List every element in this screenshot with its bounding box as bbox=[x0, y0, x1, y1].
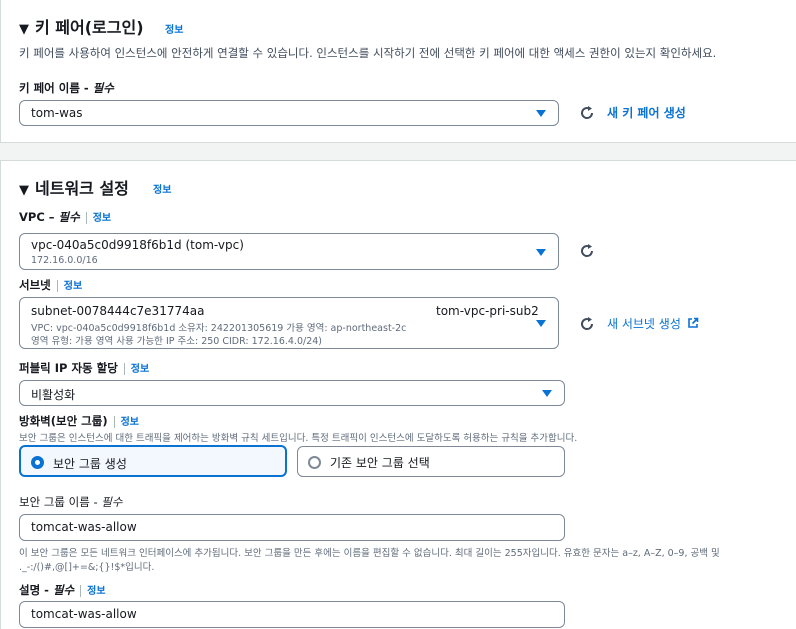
sg-description-info-link[interactable]: 정보 bbox=[87, 586, 105, 597]
network-info-link[interactable]: 정보 bbox=[153, 181, 171, 196]
caret-down-icon bbox=[536, 249, 546, 256]
vpc-info-link[interactable]: 정보 bbox=[93, 213, 111, 224]
create-subnet-link-text: 새 서브넷 생성 bbox=[607, 317, 681, 331]
required-mark: 필수 bbox=[52, 583, 75, 597]
vpc-label: VPC – 필수 정보 bbox=[19, 209, 111, 225]
sg-name-label: 보안 그룹 이름 - 필수 bbox=[19, 494, 122, 510]
public-ip-select[interactable]: 비활성화 bbox=[19, 380, 565, 406]
subnet-select-value: subnet-0078444c7e31774aa bbox=[31, 304, 205, 318]
keypair-name-label-text: 키 페어 이름 - bbox=[19, 81, 93, 95]
caret-down-icon bbox=[536, 320, 546, 327]
radio-unselected-icon[interactable] bbox=[308, 456, 321, 469]
subnet-label: 서브넷 정보 bbox=[19, 277, 82, 293]
external-link-icon bbox=[687, 317, 699, 328]
keypair-heading[interactable]: ▼ 키 페어(로그인) bbox=[19, 14, 144, 38]
vpc-select[interactable]: vpc-040a5c0d9918f6b1d (tom-vpc) 172.16.0… bbox=[19, 233, 559, 270]
sg-description-label: 설명 - 필수 정보 bbox=[19, 582, 106, 598]
sg-name-hint-line2: ._-:/()#,@[]+=&;{}!$*입니다. bbox=[19, 562, 155, 573]
sg-name-input-value: tomcat-was-allow bbox=[31, 520, 137, 534]
sg-description-label-text: 설명 - bbox=[19, 583, 53, 597]
subnet-detail-line2: 영역 유형: 가용 영역 사용 가능한 IP 주소: 250 CIDR: 172… bbox=[31, 336, 322, 347]
sg-description-input[interactable]: tomcat-was-allow bbox=[19, 601, 565, 628]
existing-security-group-option[interactable]: 기존 보안 그룹 선택 bbox=[297, 446, 565, 477]
divider bbox=[123, 362, 125, 375]
network-heading[interactable]: ▼ 네트워크 설정 bbox=[19, 175, 129, 199]
create-keypair-link[interactable]: 새 키 페어 생성 bbox=[607, 104, 686, 121]
refresh-icon[interactable] bbox=[579, 243, 595, 259]
sg-name-label-text: 보안 그룹 이름 - bbox=[19, 495, 102, 509]
keypair-info-link[interactable]: 정보 bbox=[165, 21, 183, 36]
caret-down-icon bbox=[542, 390, 552, 397]
network-title: 네트워크 설정 bbox=[35, 179, 129, 198]
firewall-label-text: 방화벽(보안 그룹) bbox=[19, 414, 108, 428]
sg-description-input-value: tomcat-was-allow bbox=[31, 607, 137, 621]
firewall-label: 방화벽(보안 그룹) 정보 bbox=[19, 413, 139, 429]
divider bbox=[85, 211, 87, 224]
subnet-detail-line1: VPC: vpc-040a5c0d9918f6b1d 소유자: 24220130… bbox=[31, 323, 407, 334]
public-ip-select-value: 비활성화 bbox=[31, 388, 76, 402]
required-mark: 필수 bbox=[101, 495, 123, 509]
keypair-description: 키 페어를 사용하여 인스턴스에 안전하게 연결할 수 있습니다. 인스턴스를 … bbox=[19, 46, 717, 60]
radio-selected-icon[interactable] bbox=[31, 456, 44, 469]
create-subnet-link[interactable]: 새 서브넷 생성 bbox=[607, 315, 699, 332]
keypair-panel: ▼ 키 페어(로그인) 정보 키 페어를 사용하여 인스턴스에 안전하게 연결할 … bbox=[0, 0, 796, 143]
caret-down-icon[interactable]: ▼ bbox=[19, 22, 29, 37]
public-ip-label-text: 퍼블릭 IP 자동 할당 bbox=[19, 361, 118, 375]
subnet-info-link[interactable]: 정보 bbox=[64, 281, 82, 292]
caret-down-icon bbox=[536, 110, 546, 117]
subnet-select[interactable]: subnet-0078444c7e31774aa tom-vpc-pri-sub… bbox=[19, 297, 559, 349]
divider bbox=[113, 415, 115, 428]
subnet-label-text: 서브넷 bbox=[19, 278, 51, 292]
firewall-info-link[interactable]: 정보 bbox=[121, 417, 139, 428]
divider bbox=[80, 584, 82, 597]
required-mark: 필수 bbox=[58, 210, 80, 224]
create-security-group-label: 보안 그룹 생성 bbox=[53, 457, 127, 471]
create-security-group-option[interactable]: 보안 그룹 생성 bbox=[19, 445, 287, 477]
divider bbox=[56, 279, 58, 292]
caret-down-icon[interactable]: ▼ bbox=[19, 183, 29, 198]
vpc-cidr: 172.16.0.0/16 bbox=[31, 255, 98, 266]
subnet-name: tom-vpc-pri-sub2 bbox=[436, 304, 539, 318]
refresh-icon[interactable] bbox=[579, 105, 595, 121]
firewall-description: 보안 그룹은 인스턴스에 대한 트래픽을 제어하는 방화벽 규칙 세트입니다. … bbox=[19, 433, 578, 444]
keypair-select[interactable]: tom-was bbox=[19, 100, 559, 126]
sg-name-hint-line1: 이 보안 그룹은 모든 네트워크 인터페이스에 추가됩니다. 보안 그룹을 만든… bbox=[19, 548, 720, 559]
keypair-select-value: tom-was bbox=[31, 106, 83, 120]
network-panel: ▼ 네트워크 설정 정보 VPC – 필수 정보 vpc-040a5c0d9918f… bbox=[0, 160, 796, 629]
public-ip-info-link[interactable]: 정보 bbox=[131, 364, 149, 375]
existing-security-group-label: 기존 보안 그룹 선택 bbox=[330, 456, 430, 470]
keypair-name-label: 키 페어 이름 - 필수 bbox=[19, 80, 114, 96]
sg-name-input[interactable]: tomcat-was-allow bbox=[19, 514, 565, 541]
vpc-select-value: vpc-040a5c0d9918f6b1d (tom-vpc) bbox=[31, 238, 244, 252]
keypair-title: 키 페어(로그인) bbox=[35, 18, 144, 37]
required-mark: 필수 bbox=[92, 81, 114, 95]
refresh-icon[interactable] bbox=[579, 316, 595, 332]
public-ip-label: 퍼블릭 IP 자동 할당 정보 bbox=[19, 360, 149, 376]
vpc-label-text: VPC – bbox=[19, 210, 59, 224]
